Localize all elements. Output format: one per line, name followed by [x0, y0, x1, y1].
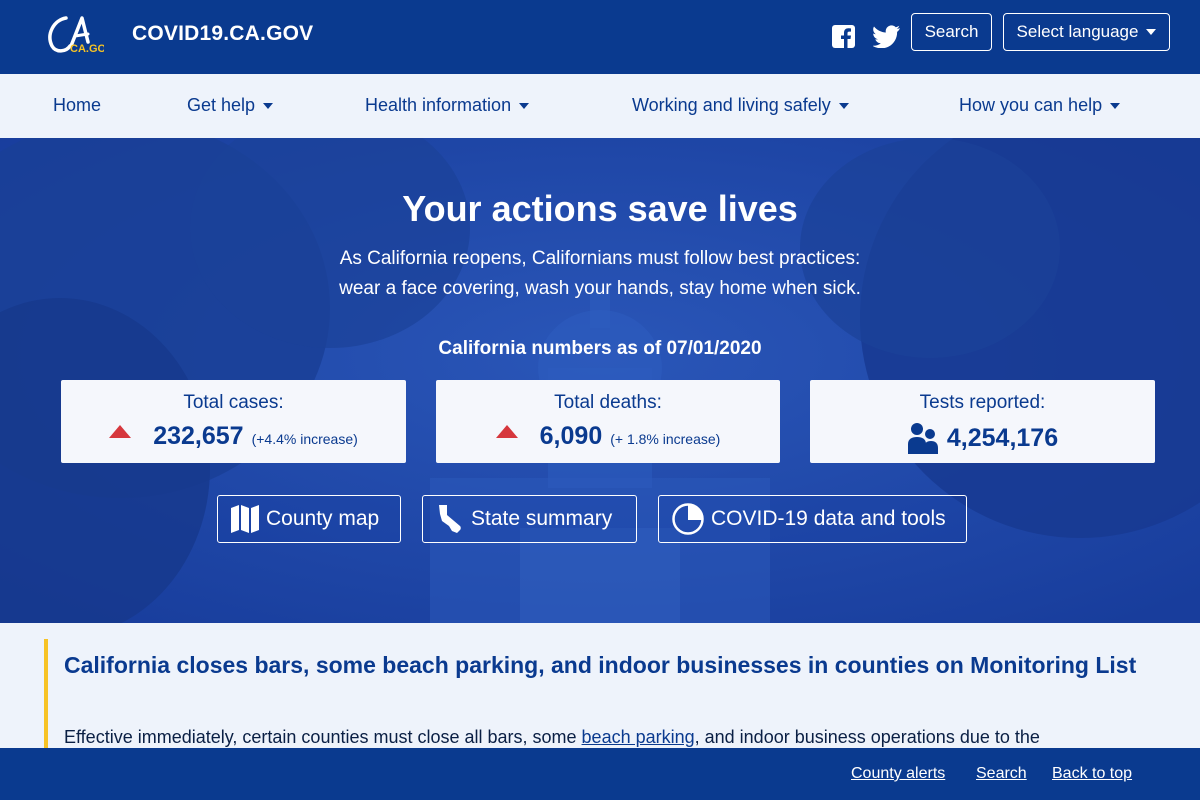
chevron-down-icon: [838, 102, 849, 109]
chevron-down-icon: [263, 102, 274, 109]
sticky-footer: County alerts Search Back to top: [0, 748, 1200, 800]
news-alert: California closes bars, some beach parki…: [0, 623, 1200, 749]
map-icon: [231, 505, 259, 533]
alert-text-before: Effective immediately, certain counties …: [64, 727, 582, 747]
twitter-icon[interactable]: [873, 25, 901, 48]
footer-search-link[interactable]: Search: [976, 765, 1027, 783]
nav-item-label: Health information: [365, 95, 512, 115]
stat-value: 6,090: [539, 422, 603, 450]
stat-label: Total deaths:: [554, 392, 662, 413]
ca-gov-logo[interactable]: CA.GOV: [44, 12, 104, 56]
site-title[interactable]: COVID19.CA.GOV: [132, 22, 313, 46]
people-icon: [907, 423, 938, 454]
up-arrow-icon: [495, 425, 518, 438]
stat-label: Tests reported:: [919, 392, 1046, 413]
main-nav: Home Get help Health information Working…: [0, 74, 1200, 138]
chevron-down-icon: [1146, 29, 1157, 35]
stat-delta: (+ 1.8% increase): [610, 431, 721, 447]
alert-accent-bar: [44, 639, 48, 749]
hero-subtitle-line: wear a face covering, wash your hands, s…: [339, 278, 861, 299]
nav-item-working-living-safely[interactable]: Working and living safely: [632, 95, 849, 116]
chevron-down-icon: [519, 102, 530, 109]
nav-item-label: Get help: [187, 95, 256, 115]
stat-card-total-deaths: Total deaths: 6,090 (+ 1.8% increase): [436, 380, 780, 463]
covid-data-tools-button[interactable]: COVID-19 data and tools: [658, 495, 967, 543]
nav-item-label: Working and living safely: [632, 95, 831, 115]
nav-item-label: Home: [53, 95, 102, 115]
facebook-icon[interactable]: [832, 25, 855, 48]
alert-title: California closes bars, some beach parki…: [64, 652, 1137, 678]
select-language-label: Select language: [1016, 22, 1139, 41]
nav-item-health-information[interactable]: Health information: [365, 95, 530, 116]
alert-text-after: , and indoor business operations due to …: [694, 727, 1040, 747]
button-label: County map: [266, 507, 380, 530]
pie-chart-icon: [672, 503, 704, 535]
stat-value: 4,254,176: [946, 423, 1059, 452]
hero-subtitle-line: As California reopens, Californians must…: [339, 248, 861, 269]
california-icon: [439, 505, 461, 533]
alert-body: Effective immediately, certain counties …: [64, 727, 1164, 748]
header-search-button[interactable]: Search: [911, 13, 992, 51]
stat-card-total-cases: Total cases: 232,657 (+4.4% increase): [61, 380, 406, 463]
button-label: State summary: [471, 507, 613, 530]
nav-item-how-you-can-help[interactable]: How you can help: [959, 95, 1121, 116]
hero-banner: Your actions save lives As California re…: [0, 138, 1200, 623]
hero-title: Your actions save lives: [402, 188, 798, 229]
beach-parking-link[interactable]: beach parking: [582, 727, 695, 747]
state-summary-button[interactable]: State summary: [422, 495, 637, 543]
stat-label: Total cases:: [183, 392, 284, 413]
stat-card-tests-reported: Tests reported: 4,254,176: [810, 380, 1155, 463]
button-label: COVID-19 data and tools: [711, 507, 946, 530]
chevron-down-icon: [1110, 102, 1121, 109]
site-header: CA.GOV COVID19.CA.GOV Search Select lang…: [0, 0, 1200, 74]
back-to-top-link[interactable]: Back to top: [1052, 765, 1132, 783]
up-arrow-icon: [109, 425, 132, 438]
county-map-button[interactable]: County map: [217, 495, 401, 543]
stat-delta: (+4.4% increase): [251, 431, 358, 447]
numbers-heading: California numbers as of 07/01/2020: [438, 338, 762, 359]
nav-item-label: How you can help: [959, 95, 1103, 115]
hero-subtitle: As California reopens, Californians must…: [0, 244, 1200, 304]
stat-value: 232,657: [153, 422, 244, 450]
select-language-dropdown[interactable]: Select language: [1003, 13, 1170, 51]
county-alerts-link[interactable]: County alerts: [851, 765, 945, 783]
nav-item-get-help[interactable]: Get help: [187, 95, 274, 116]
nav-item-home[interactable]: Home: [53, 95, 101, 116]
svg-text:CA.GOV: CA.GOV: [70, 43, 104, 55]
